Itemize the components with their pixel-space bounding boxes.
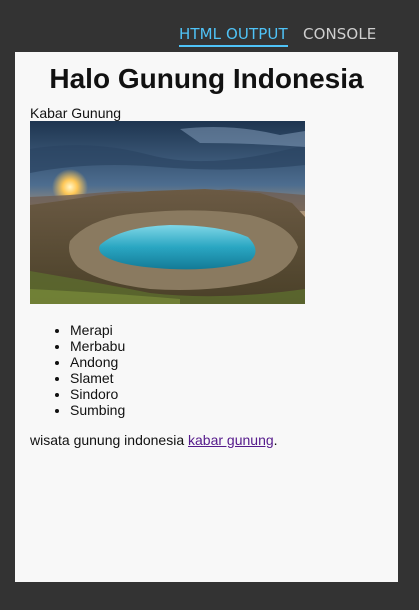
output-tabs: HTML OUTPUT CONSOLE bbox=[0, 0, 419, 52]
tab-html-output[interactable]: HTML OUTPUT bbox=[179, 25, 288, 47]
mountain-photo bbox=[30, 121, 305, 304]
footer-text: wisata gunung indonesia kabar gunung. bbox=[30, 432, 398, 448]
list-item: Slamet bbox=[70, 370, 398, 386]
mountain-list: Merapi Merbabu Andong Slamet Sindoro Sum… bbox=[30, 322, 398, 418]
list-item: Sumbing bbox=[70, 402, 398, 418]
list-item: Merbabu bbox=[70, 338, 398, 354]
list-item: Andong bbox=[70, 354, 398, 370]
page-title: Halo Gunung Indonesia bbox=[49, 63, 364, 94]
list-item: Merapi bbox=[70, 322, 398, 338]
footer-prefix: wisata gunung indonesia bbox=[30, 432, 189, 448]
page-content: Kabar Gunung • Merapi • Merbabu • Andong… bbox=[15, 105, 398, 448]
image-caption: Kabar Gunung bbox=[30, 105, 122, 121]
tab-console[interactable]: CONSOLE bbox=[303, 25, 376, 43]
footer-suffix: . bbox=[273, 432, 278, 448]
kabar-gunung-link[interactable]: kabar gunung bbox=[188, 432, 274, 448]
html-output-panel: Halo Gunung Indonesia Kabar Gunung • Mer… bbox=[15, 52, 398, 582]
list-item: Sindoro bbox=[70, 386, 398, 402]
